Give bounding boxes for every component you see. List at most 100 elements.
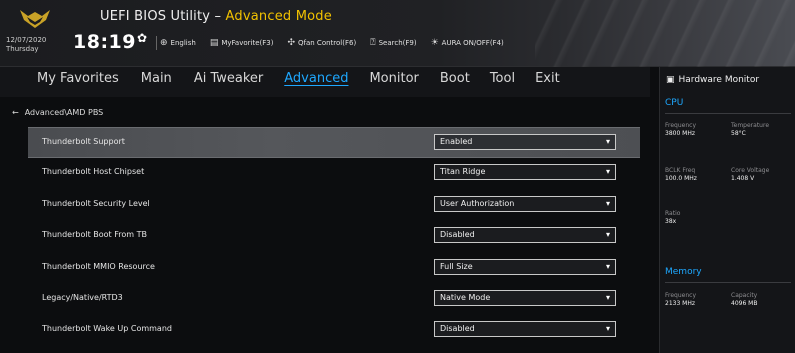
- setting-label: Thunderbolt Security Level: [42, 198, 150, 208]
- tab-exit[interactable]: Exit: [535, 71, 560, 86]
- tab-boot[interactable]: Boot: [440, 71, 470, 86]
- select-value: Native Mode: [440, 292, 491, 302]
- select-value: Titan Ridge: [440, 167, 486, 177]
- stat-key: Frequency: [665, 292, 696, 299]
- gear-icon[interactable]: ✿: [137, 31, 148, 45]
- tuf-logo-icon: [20, 10, 50, 28]
- toolbar: ⊕ English ▤ MyFavorite(F3) ✣ Qfan Contro…: [160, 38, 504, 48]
- breadcrumb-path: Advanced\AMD PBS: [24, 108, 104, 117]
- day-text: Thursday: [6, 45, 39, 53]
- stat-key: Frequency: [665, 122, 696, 129]
- setting-label: Thunderbolt Host Chipset: [42, 167, 145, 177]
- cpu-row-bclk: BCLK Freq 100.0 MHz Core Voltage 1.408 V: [665, 167, 791, 183]
- hardware-monitor-panel: ▣ Hardware Monitor CPU Frequency 3800 MH…: [659, 67, 795, 353]
- tab-main[interactable]: Main: [141, 71, 172, 86]
- setting-row-host-chipset[interactable]: Thunderbolt Host Chipset Titan Ridge ▾: [28, 158, 640, 189]
- language-button[interactable]: ⊕ English: [160, 38, 196, 48]
- main-nav: My Favorites Main Ai Tweaker Advanced Mo…: [0, 67, 650, 97]
- breadcrumb: ← Advanced\AMD PBS: [12, 108, 103, 117]
- wake-up-command-select[interactable]: Disabled ▾: [434, 321, 616, 338]
- memory-row: Frequency 2133 MHz Capacity 4096 MB: [665, 292, 791, 308]
- setting-row-wake-up-command[interactable]: Thunderbolt Wake Up Command Disabled ▾: [28, 315, 640, 346]
- stat-key: Core Voltage: [731, 167, 770, 174]
- setting-label: Thunderbolt MMIO Resource: [42, 261, 155, 271]
- header-decoration: [535, 0, 795, 67]
- host-chipset-select[interactable]: Titan Ridge ▾: [434, 164, 616, 181]
- stat-value: 58°C: [731, 130, 746, 137]
- favorites-icon: ▤: [209, 38, 219, 48]
- security-level-select[interactable]: User Authorization ▾: [434, 195, 616, 212]
- setting-row-thunderbolt-support[interactable]: Thunderbolt Support Enabled ▾: [28, 127, 640, 159]
- boot-from-tb-select[interactable]: Disabled ▾: [434, 227, 616, 244]
- legacy-native-rtd3-select[interactable]: Native Mode ▾: [434, 289, 616, 306]
- search-label: Search(F9): [378, 39, 417, 47]
- mmio-resource-select[interactable]: Full Size ▾: [434, 258, 616, 275]
- cpu-frequency: Frequency 3800 MHz: [665, 122, 725, 138]
- dropdown-arrow-icon: ▾: [605, 167, 610, 177]
- title-prefix: UEFI BIOS Utility –: [100, 9, 226, 24]
- settings-list: Thunderbolt Support Enabled ▾ Thunderbol…: [28, 127, 640, 347]
- stat-key: Ratio: [665, 210, 681, 217]
- search-button[interactable]: ⍰ Search(F9): [370, 38, 416, 48]
- stat-key: BCLK Freq: [665, 167, 696, 174]
- dropdown-arrow-icon: ▾: [605, 198, 610, 208]
- myfavorite-button[interactable]: ▤ MyFavorite(F3): [210, 38, 274, 48]
- search-icon: ⍰: [370, 38, 376, 48]
- time-text: 18:19: [73, 31, 136, 53]
- globe-icon: ⊕: [160, 38, 168, 48]
- stat-key: Capacity: [731, 292, 758, 299]
- tab-tool[interactable]: Tool: [490, 71, 515, 86]
- stat-key: Temperature: [731, 122, 770, 129]
- aura-button[interactable]: ☀ AURA ON/OFF(F4): [431, 38, 504, 48]
- date-text: 12/07/2020: [6, 36, 47, 44]
- thunderbolt-support-select[interactable]: Enabled ▾: [434, 134, 616, 150]
- clock[interactable]: 18:19✿: [73, 31, 148, 53]
- dropdown-arrow-icon: ▾: [605, 324, 610, 334]
- select-value: Disabled: [440, 324, 475, 334]
- dropdown-arrow-icon: ▾: [605, 230, 610, 240]
- setting-row-mmio-resource[interactable]: Thunderbolt MMIO Resource Full Size ▾: [28, 253, 640, 284]
- tab-ai-tweaker[interactable]: Ai Tweaker: [194, 71, 263, 86]
- language-label: English: [170, 39, 196, 47]
- stat-value: 4096 MB: [731, 300, 758, 307]
- title-mode: Advanced Mode: [225, 9, 332, 24]
- cpu-row-frequency: Frequency 3800 MHz Temperature 58°C: [665, 122, 791, 138]
- setting-row-boot-from-tb[interactable]: Thunderbolt Boot From TB Disabled ▾: [28, 221, 640, 252]
- stat-value: 38x: [665, 218, 677, 225]
- select-value: Disabled: [440, 230, 475, 240]
- dropdown-arrow-icon: ▾: [605, 292, 610, 302]
- setting-row-legacy-native-rtd3[interactable]: Legacy/Native/RTD3 Native Mode ▾: [28, 284, 640, 315]
- setting-label: Legacy/Native/RTD3: [42, 292, 123, 302]
- setting-row-security-level[interactable]: Thunderbolt Security Level User Authoriz…: [28, 190, 640, 221]
- cpu-section-title: CPU: [665, 98, 684, 108]
- stat-value: 1.408 V: [731, 175, 755, 182]
- qfan-control-button[interactable]: ✣ Qfan Control(F6): [287, 38, 356, 48]
- select-value: Enabled: [440, 137, 473, 146]
- stat-value: 2133 MHz: [665, 300, 696, 307]
- setting-label: Thunderbolt Wake Up Command: [42, 324, 172, 334]
- myfavorite-label: MyFavorite(F3): [221, 39, 274, 47]
- cpu-temperature: Temperature 58°C: [731, 122, 791, 138]
- aura-icon: ☀: [430, 38, 439, 48]
- hardware-monitor-title: ▣ Hardware Monitor: [666, 75, 759, 85]
- setting-label: Thunderbolt Boot From TB: [42, 230, 147, 240]
- toolbar-divider: [156, 36, 157, 50]
- back-arrow-icon[interactable]: ←: [12, 108, 19, 117]
- memory-divider: [665, 282, 791, 283]
- dropdown-arrow-icon: ▾: [605, 261, 610, 271]
- memory-section-title: Memory: [665, 267, 702, 277]
- window-title: UEFI BIOS Utility – Advanced Mode: [100, 9, 332, 24]
- memory-capacity: Capacity 4096 MB: [731, 292, 791, 308]
- monitor-icon: ▣: [666, 75, 675, 85]
- tab-advanced[interactable]: Advanced: [284, 71, 348, 86]
- aura-label: AURA ON/OFF(F4): [441, 39, 504, 47]
- qfan-label: Qfan Control(F6): [298, 39, 357, 47]
- fan-icon: ✣: [287, 38, 295, 48]
- cpu-divider: [665, 113, 791, 114]
- cpu-row-ratio: Ratio 38x: [665, 210, 791, 226]
- tab-my-favorites[interactable]: My Favorites: [37, 71, 119, 86]
- cpu-core-voltage: Core Voltage 1.408 V: [731, 167, 791, 183]
- select-value: Full Size: [440, 261, 473, 271]
- memory-frequency: Frequency 2133 MHz: [665, 292, 725, 308]
- tab-monitor[interactable]: Monitor: [369, 71, 418, 86]
